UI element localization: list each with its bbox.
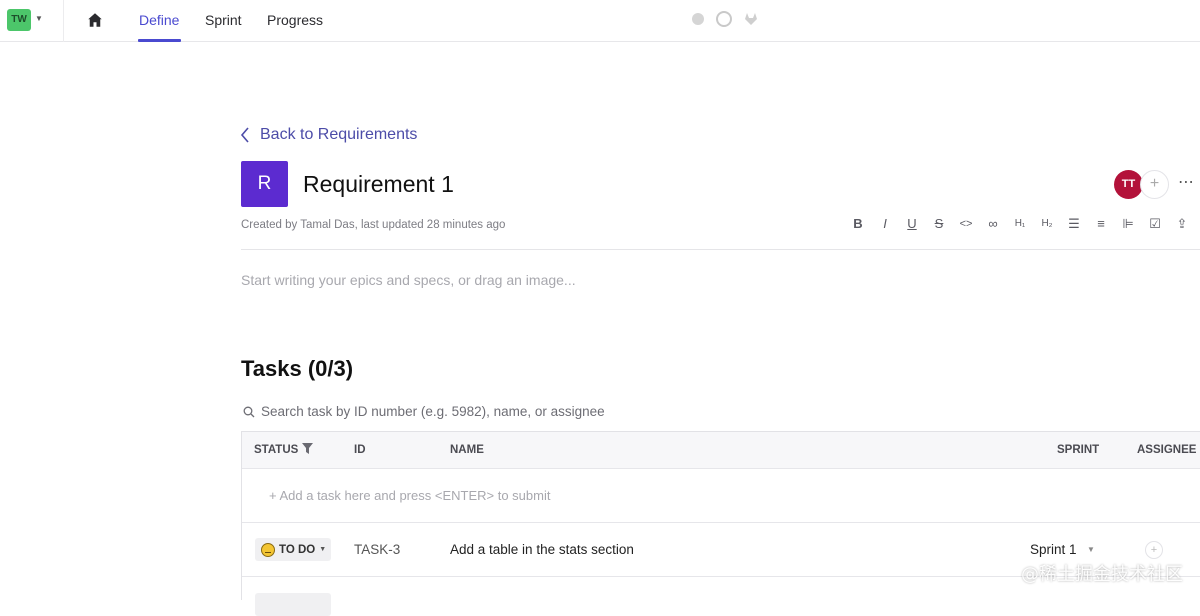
tab-progress[interactable]: Progress [267,12,323,28]
heading2-icon[interactable]: H₂ [1039,216,1055,232]
gitlab-icon[interactable] [743,11,759,27]
numbered-list-icon[interactable]: ≡ [1093,216,1109,232]
slack-icon[interactable] [690,11,706,27]
link-icon[interactable]: ∞ [985,216,1001,232]
requirement-avatar: R [241,161,288,207]
table-header: STATUS ID NAME SPRINT ASSIGNEE [242,432,1200,469]
export-icon[interactable]: ⇪ [1174,216,1190,232]
more-options-icon[interactable]: ⋯ [1178,172,1195,192]
bold-icon[interactable]: B [850,216,866,232]
home-icon[interactable] [86,11,104,29]
task-name[interactable]: Add a table in the stats section [450,542,634,557]
user-avatar[interactable]: TT [1114,170,1143,199]
page-meta: Created by Tamal Das, last updated 28 mi… [241,219,506,231]
thinking-face-icon [261,542,275,557]
search-icon [243,406,255,417]
assign-user-button[interactable]: + [1145,541,1163,559]
heading1-icon[interactable]: H₁ [1012,216,1028,232]
chevron-left-icon [240,127,249,143]
tasks-heading: Tasks (0/3) [241,356,354,381]
column-sprint[interactable]: SPRINT [1057,444,1099,456]
checklist-icon[interactable]: ☑ [1147,216,1163,232]
column-id[interactable]: ID [354,444,366,456]
status-dropdown[interactable]: TO DO ▼ [255,538,331,561]
task-id[interactable]: TASK-3 [354,542,400,557]
code-icon[interactable]: <> [958,216,974,232]
status-dropdown[interactable] [255,593,331,616]
task-search-input[interactable]: Search task by ID number (e.g. 5982), na… [243,404,605,419]
column-assignee[interactable]: ASSIGNEE [1137,444,1196,456]
add-user-button[interactable]: + [1140,170,1169,199]
strikethrough-icon[interactable]: S [931,216,947,232]
editor-divider [241,249,1200,250]
top-nav-bar: TW ▼ Define Sprint Progress [0,0,1200,42]
column-status[interactable]: STATUS [254,444,298,456]
add-task-placeholder: + Add a task here and press <ENTER> to s… [269,488,551,503]
tab-define[interactable]: Define [139,12,179,28]
indent-icon[interactable]: ⊫ [1120,216,1136,232]
github-icon[interactable] [716,11,732,27]
filter-icon[interactable] [302,443,313,454]
editor-placeholder[interactable]: Start writing your epics and specs, or d… [241,272,576,288]
tab-sprint[interactable]: Sprint [205,12,242,28]
italic-icon[interactable]: I [877,216,893,232]
chevron-down-icon: ▼ [319,546,327,553]
active-tab-indicator [138,39,181,42]
add-task-row[interactable]: + Add a task here and press <ENTER> to s… [242,469,1200,523]
status-label: TO DO [279,543,316,556]
back-to-requirements-link[interactable]: Back to Requirements [240,126,417,144]
bullet-list-icon[interactable]: ☰ [1066,216,1082,232]
column-name[interactable]: NAME [450,444,484,456]
page-title[interactable]: Requirement 1 [303,171,454,198]
search-placeholder: Search task by ID number (e.g. 5982), na… [261,404,605,419]
back-label: Back to Requirements [260,126,418,143]
nav-divider [63,0,64,42]
format-toolbar: B I U S <> ∞ H₁ H₂ ☰ ≡ ⊫ ☑ ⇪ [850,216,1190,232]
task-sprint[interactable]: Sprint 1 [1030,542,1077,557]
watermark: @稀土掘金技术社区 [1021,564,1183,585]
workspace-badge[interactable]: TW [7,9,31,31]
underline-icon[interactable]: U [904,216,920,232]
sprint-dropdown-icon[interactable]: ▼ [1087,545,1095,554]
workspace-dropdown-icon[interactable]: ▼ [35,14,43,23]
